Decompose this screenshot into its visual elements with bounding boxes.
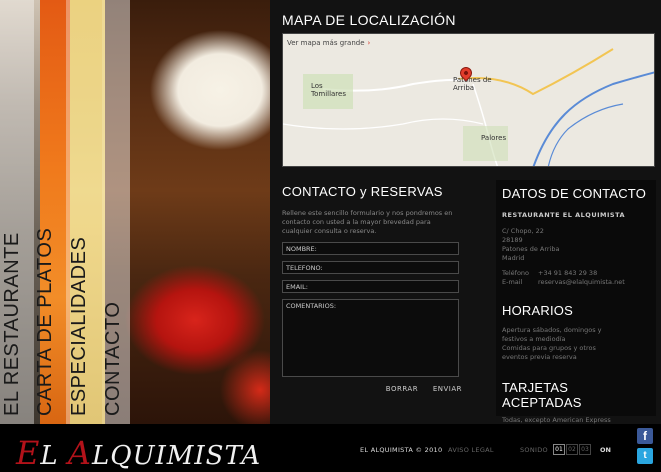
arrow-icon: › <box>367 39 371 47</box>
larger-map-link[interactable]: Ver mapa más grande › <box>287 39 370 47</box>
address: C/ Chopo, 22 28189 Patones de Arriba Mad… <box>502 227 560 262</box>
nav-item-restaurante[interactable]: EL RESTAURANTE <box>1 216 28 416</box>
comentarios-field[interactable]: COMENTARIOS: <box>282 299 459 377</box>
volume-button[interactable]: 01 <box>553 444 565 455</box>
nav-label: ESPECIALIDADES <box>68 236 90 416</box>
sound-volume: 01 02 03 <box>553 444 591 455</box>
volume-button[interactable]: 02 <box>566 444 578 455</box>
nav-label: EL RESTAURANTE <box>1 232 23 416</box>
logo[interactable]: EL ALQUIMISTA <box>16 434 261 472</box>
nav-label: CARTA DE PLATOS <box>34 227 56 416</box>
facebook-icon[interactable]: f <box>637 428 653 444</box>
tarjetas-title: TARJETAS ACEPTADAS <box>502 380 582 410</box>
restaurant-name: RESTAURANTE EL ALQUIMISTA <box>502 211 626 219</box>
aviso-legal-link[interactable]: AVISO LEGAL <box>448 446 494 454</box>
footer: EL ALQUIMISTA EL ALQUIMISTA © 2010 AVISO… <box>0 424 661 472</box>
sound-on-toggle[interactable]: ON <box>600 446 611 454</box>
location-map[interactable]: Ver mapa más grande › Los Tomillares Pato… <box>282 33 655 167</box>
map-place-label: Patones de Arriba <box>453 76 492 92</box>
volume-button[interactable]: 03 <box>579 444 591 455</box>
horarios-text: Apertura sábados, domingos y festivos a … <box>502 326 602 361</box>
email-field[interactable]: EMAIL: <box>282 280 459 293</box>
map-roads <box>283 48 654 166</box>
contact-title: CONTACTO y RESERVAS <box>282 184 443 199</box>
nav-item-especialidades[interactable]: ESPECIALIDADES <box>68 216 95 416</box>
map-place-label: Los Tomillares <box>311 82 346 98</box>
hero-photo: EL RESTAURANTE CARTA DE PLATOS ESPECIALI… <box>0 0 270 424</box>
datos-title: DATOS DE CONTACTO <box>502 186 647 201</box>
horarios-title: HORARIOS <box>502 303 573 318</box>
nav-item-contacto[interactable]: CONTACTO <box>102 216 129 416</box>
email-link[interactable]: reservas@elalquimista.net <box>538 278 625 287</box>
sonido-label: SONIDO <box>520 446 548 454</box>
nav-item-carta[interactable]: CARTA DE PLATOS <box>34 216 61 416</box>
nombre-field[interactable]: NOMBRE: <box>282 242 459 255</box>
map-place-label: Palores <box>481 134 507 142</box>
contact-intro: Rellene este sencillo formulario y nos p… <box>282 209 453 235</box>
phone-email: Teléfono +34 91 843 29 38 E-mail reservas@… <box>502 269 625 287</box>
nav-label: CONTACTO <box>102 301 124 416</box>
form-buttons: BORRAR ENVIAR <box>282 385 462 393</box>
twitter-icon[interactable]: t <box>637 448 653 464</box>
phone-number[interactable]: +34 91 843 29 38 <box>538 269 597 278</box>
main-content: MAPA DE LOCALIZACIÓN Ver mapa más grande… <box>270 0 661 424</box>
enviar-button[interactable]: ENVIAR <box>433 385 462 393</box>
borrar-button[interactable]: BORRAR <box>386 385 418 393</box>
contact-details-panel: DATOS DE CONTACTO RESTAURANTE EL ALQUIMI… <box>496 180 656 424</box>
telefono-field[interactable]: TELEFONO: <box>282 261 459 274</box>
map-title: MAPA DE LOCALIZACIÓN <box>282 12 456 28</box>
contact-form: CONTACTO y RESERVAS Rellene este sencill… <box>282 184 462 393</box>
copyright: EL ALQUIMISTA © 2010 <box>360 446 443 454</box>
